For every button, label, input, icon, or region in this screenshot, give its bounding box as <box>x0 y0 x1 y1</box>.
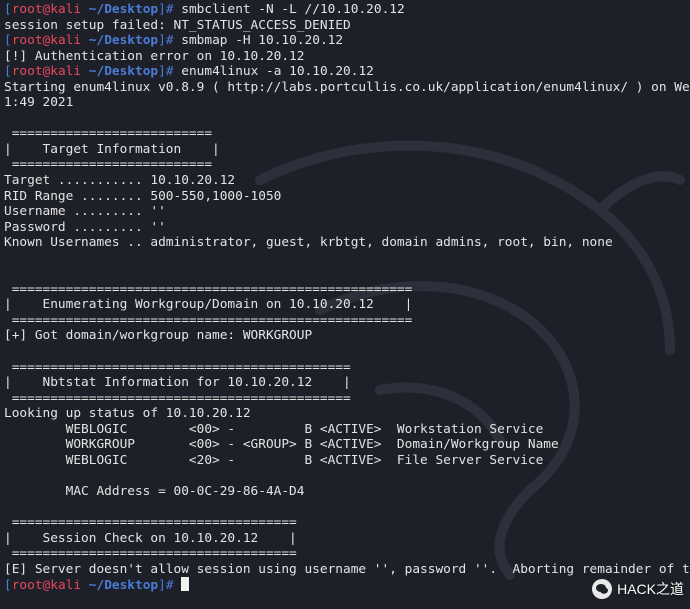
prompt-symbol: # <box>165 2 182 17</box>
output-line: [+] Got domain/workgroup name: WORKGROUP <box>4 328 313 344</box>
wechat-icon <box>592 579 613 599</box>
output-line: [E] Server doesn't allow session using u… <box>4 561 690 577</box>
command-text: enum4linux -a 10.10.20.12 <box>181 64 374 80</box>
prompt-user: root@kali <box>11 64 82 80</box>
prompt-bracket: ] <box>158 2 166 17</box>
output-line: ===================================== <box>4 515 297 531</box>
output-line: ========================================… <box>4 359 351 375</box>
output-line: ========================================… <box>4 312 413 328</box>
prompt-symbol: # <box>165 64 182 80</box>
output-line: Password ......... '' <box>4 219 166 235</box>
prompt-line: [root@kali ~/Desktop]# smbmap -H 10.10.2… <box>4 33 690 49</box>
output-line: Looking up status of 10.10.20.12 <box>4 406 251 422</box>
output-line: ========================== <box>4 126 213 142</box>
watermark-text: HACK之道 <box>617 581 684 597</box>
prompt-path: ~/Desktop <box>88 2 159 17</box>
output-line: WORKGROUP <00> - <GROUP> B <ACTIVE> Doma… <box>4 437 559 453</box>
prompt-line: [root@kali ~/Desktop]# <box>4 577 690 593</box>
prompt-bracket: [ <box>4 33 12 49</box>
prompt-line: [root@kali ~/Desktop]# enum4linux -a 10.… <box>4 64 690 80</box>
output-line: ========================================… <box>4 281 413 297</box>
output-line: | Session Check on 10.10.20.12 | <box>4 530 297 546</box>
output-line: | Enumerating Workgroup/Domain on 10.10.… <box>4 297 413 313</box>
prompt-line: [root@kali ~/Desktop]# smbclient -N -L /… <box>4 2 690 18</box>
output-line: Starting enum4linux v0.8.9 ( http://labs… <box>4 79 690 95</box>
terminal-output[interactable]: [root@kali ~/Desktop]# smbclient -N -L /… <box>4 2 690 609</box>
output-line: MAC Address = 00-0C-29-86-4A-D4 <box>4 483 305 499</box>
prompt-symbol: # <box>165 578 182 593</box>
output-line: WEBLOGIC <20> - B <ACTIVE> File Server S… <box>4 452 544 468</box>
output-line: ========================== <box>4 157 213 173</box>
prompt-symbol: # <box>165 33 182 49</box>
output-line: | Nbtstat Information for 10.10.20.12 | <box>4 375 351 391</box>
prompt-bracket: [ <box>4 64 12 80</box>
watermark: HACK之道 <box>592 579 684 599</box>
prompt-user: root@kali <box>11 33 82 49</box>
prompt-bracket: ] <box>158 33 166 49</box>
prompt-bracket: ] <box>158 578 166 593</box>
prompt-bracket: [ <box>4 2 12 17</box>
output-line: session setup failed: NT_STATUS_ACCESS_D… <box>4 17 351 33</box>
prompt-bracket: ] <box>158 64 166 80</box>
command-text: smbmap -H 10.10.20.12 <box>181 33 344 49</box>
output-line: RID Range ........ 500-550,1000-1050 <box>4 188 282 204</box>
terminal-cursor[interactable] <box>181 577 190 592</box>
prompt-path: ~/Desktop <box>88 33 159 49</box>
prompt-path: ~/Desktop <box>88 578 159 593</box>
prompt-user: root@kali <box>11 2 82 17</box>
output-line: 1:49 2021 <box>4 95 74 111</box>
prompt-user: root@kali <box>11 578 82 593</box>
prompt-bracket: [ <box>4 578 12 593</box>
output-line: | Target Information | <box>4 141 220 157</box>
output-line: Username ......... '' <box>4 204 166 220</box>
output-line: [!] Authentication error on 10.10.20.12 <box>4 48 305 64</box>
output-line: ===================================== <box>4 546 297 562</box>
output-line: WEBLOGIC <00> - B <ACTIVE> Workstation S… <box>4 421 544 437</box>
output-line: ========================================… <box>4 390 351 406</box>
output-line: Known Usernames .. administrator, guest,… <box>4 235 613 251</box>
output-line: Target ........... 10.10.20.12 <box>4 173 236 189</box>
command-text: smbclient -N -L //10.10.20.12 <box>181 2 405 17</box>
prompt-path: ~/Desktop <box>88 64 159 80</box>
